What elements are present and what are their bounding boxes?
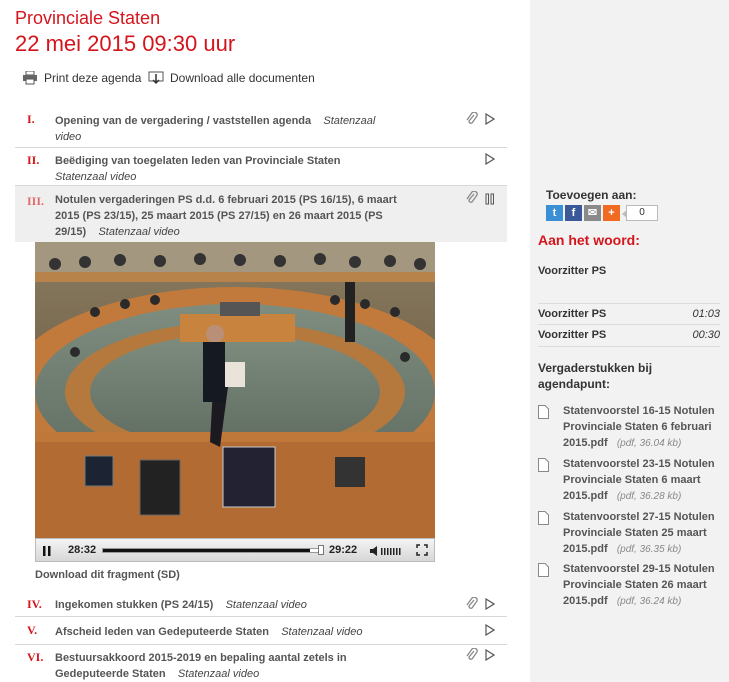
agenda-item-5[interactable]: V. Afscheid leden van Gedeputeerde State… bbox=[15, 617, 507, 645]
speaker-time: 00:30 bbox=[692, 329, 720, 341]
agenda-title: Notulen vergaderingen PS d.d. 6 februari… bbox=[55, 194, 397, 238]
divider bbox=[538, 303, 720, 304]
agenda-number: VI. bbox=[27, 650, 44, 664]
document-link[interactable]: Statenvoorstel 29-15 Notulen Provinciale… bbox=[563, 561, 723, 610]
agenda-item-4[interactable]: IV. Ingekomen stukken (PS 24/15) Statenz… bbox=[15, 594, 507, 617]
download-all-button[interactable]: Download alle documenten bbox=[148, 71, 315, 85]
volume-icon[interactable] bbox=[370, 545, 406, 557]
speakers-title: Aan het woord: bbox=[538, 232, 640, 248]
speaker-row[interactable]: Voorzitter PS 01:03 bbox=[538, 308, 720, 320]
paperclip-icon[interactable] bbox=[466, 648, 478, 662]
document-link[interactable]: Statenvoorstel 23-15 Notulen Provinciale… bbox=[563, 456, 723, 505]
duration-time: 29:22 bbox=[329, 544, 358, 556]
download-icon bbox=[148, 71, 164, 85]
agenda-title: Afscheid leden van Gedeputeerde Staten S… bbox=[55, 626, 363, 638]
file-icon bbox=[538, 511, 549, 525]
print-agenda-button[interactable]: Print deze agenda bbox=[22, 71, 141, 85]
twitter-icon[interactable]: t bbox=[546, 205, 563, 221]
agenda-title: Opening van de vergadering / vaststellen… bbox=[55, 115, 376, 143]
agenda-number: II. bbox=[27, 153, 40, 167]
file-icon bbox=[538, 405, 549, 419]
file-icon bbox=[538, 563, 549, 577]
document-link[interactable]: Statenvoorstel 27-15 Notulen Provinciale… bbox=[563, 509, 723, 558]
share-label: Toevoegen aan: bbox=[546, 188, 637, 202]
divider bbox=[538, 346, 720, 347]
file-icon bbox=[538, 458, 549, 472]
play-icon[interactable] bbox=[485, 649, 495, 661]
play-icon[interactable] bbox=[485, 624, 495, 636]
elapsed-time: 28:32 bbox=[68, 544, 97, 556]
agenda-item-6[interactable]: VI. Bestuursakkoord 2015-2019 en bepalin… bbox=[15, 645, 507, 682]
video-player[interactable] bbox=[35, 242, 435, 538]
play-icon[interactable] bbox=[485, 113, 495, 125]
agenda-number: IV. bbox=[27, 597, 42, 611]
agenda-number: V. bbox=[27, 623, 38, 637]
agenda-number: III. bbox=[27, 194, 45, 208]
docs-title: Vergaderstukken bij agendapunt: bbox=[538, 361, 653, 391]
agenda-item-3[interactable]: III. Notulen vergaderingen PS d.d. 6 feb… bbox=[15, 186, 507, 242]
agenda-number: I. bbox=[27, 112, 35, 126]
agenda-item-1[interactable]: I. Opening van de vergadering / vaststel… bbox=[15, 107, 507, 148]
print-agenda-label: Print deze agenda bbox=[44, 71, 142, 85]
speaker-row[interactable]: Voorzitter PS 00:30 bbox=[538, 329, 720, 341]
printer-icon bbox=[23, 71, 37, 85]
video-controls: 28:32 29:22 bbox=[35, 538, 435, 562]
paperclip-icon[interactable] bbox=[466, 597, 478, 611]
play-icon[interactable] bbox=[485, 598, 495, 610]
speaker-name: Voorzitter PS bbox=[538, 308, 607, 320]
agenda-title: Beëdiging van toegelaten leden van Provi… bbox=[55, 155, 341, 183]
pause-icon[interactable] bbox=[485, 193, 495, 205]
share-buttons: t f ✉ + 0 bbox=[546, 205, 658, 221]
current-speaker: Voorzitter PS bbox=[538, 265, 607, 277]
meeting-datetime: 22 mei 2015 09:30 uur bbox=[15, 31, 236, 56]
main-content: Provinciale Staten 22 mei 2015 09:30 uur… bbox=[0, 0, 530, 682]
page-title: Provinciale Staten bbox=[15, 8, 161, 28]
speaker-time: 01:03 bbox=[692, 308, 720, 320]
agenda-item-2[interactable]: II. Beëdiging van toegelaten leden van P… bbox=[15, 148, 507, 186]
download-fragment-link[interactable]: Download dit fragment (SD) bbox=[35, 569, 180, 581]
sidebar: Toevoegen aan: t f ✉ + 0 Aan het woord: … bbox=[530, 0, 729, 682]
speaker-name: Voorzitter PS bbox=[538, 329, 607, 341]
download-all-label: Download alle documenten bbox=[170, 71, 315, 85]
divider bbox=[538, 324, 720, 325]
fullscreen-icon[interactable] bbox=[416, 544, 428, 556]
document-link[interactable]: Statenvoorstel 16-15 Notulen Provinciale… bbox=[563, 403, 723, 452]
video-frame bbox=[35, 242, 435, 538]
facebook-icon[interactable]: f bbox=[565, 205, 582, 221]
seek-progress bbox=[103, 549, 311, 552]
seek-handle[interactable] bbox=[318, 545, 324, 555]
email-icon[interactable]: ✉ bbox=[584, 205, 601, 221]
pause-icon[interactable] bbox=[43, 546, 51, 556]
paperclip-icon[interactable] bbox=[466, 191, 478, 205]
share-count: 0 bbox=[622, 205, 658, 221]
agenda-title: Bestuursakkoord 2015-2019 en bepaling aa… bbox=[55, 652, 347, 680]
seek-bar[interactable] bbox=[102, 548, 320, 553]
play-icon[interactable] bbox=[485, 153, 495, 165]
paperclip-icon[interactable] bbox=[466, 112, 478, 126]
addthis-plus-icon[interactable]: + bbox=[603, 205, 620, 221]
agenda-title: Ingekomen stukken (PS 24/15) Statenzaal … bbox=[55, 599, 307, 611]
